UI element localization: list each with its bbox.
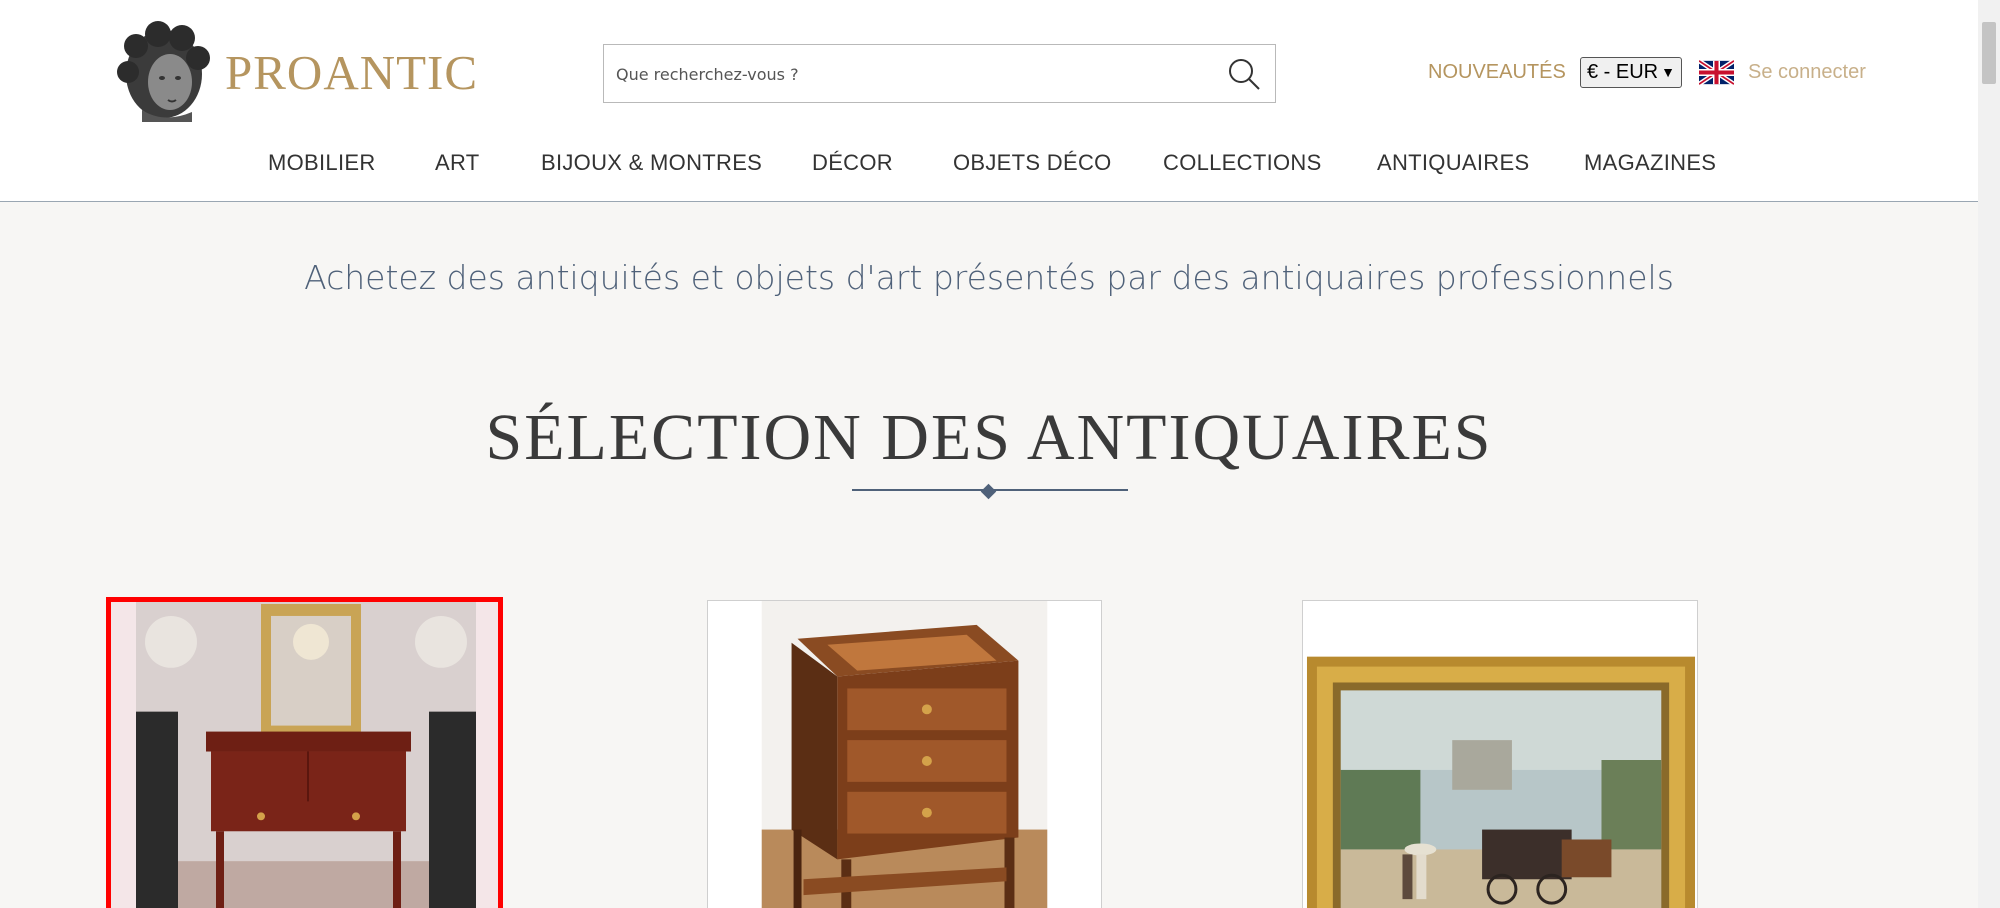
nav-item-antiquaires[interactable]: ANTIQUAIRES [1377,150,1529,176]
product-card-console[interactable] [106,597,503,908]
search-input[interactable] [616,61,1196,87]
product-card-side-table[interactable] [707,600,1102,908]
login-link[interactable]: Se connecter [1748,61,1866,84]
vertical-scrollbar[interactable] [1978,0,2000,908]
nav-item-mobilier[interactable]: MOBILIER [268,150,376,176]
uk-flag-icon[interactable] [1699,60,1734,85]
product-card-painting[interactable] [1302,600,1698,908]
title-divider-diamond [980,483,997,500]
nav-item-decor[interactable]: DÉCOR [812,150,893,176]
currency-value: € - EUR [1587,61,1659,83]
section-title: SÉLECTION DES ANTIQUAIRES [485,401,1493,474]
site-header: PROANTIC NOUVEAUTÉS € - EUR ▼ Se connect… [0,0,1978,202]
new-items-link[interactable]: NOUVEAUTÉS [1428,61,1566,84]
search-bar [603,44,1276,103]
nav-item-art[interactable]: ART [435,150,480,176]
nav-item-bijoux-montres[interactable]: BIJOUX & MONTRES [541,150,762,176]
product-image-side-table[interactable] [708,601,1101,908]
nav-item-collections[interactable]: COLLECTIONS [1163,150,1322,176]
brand-name[interactable]: PROANTIC [225,44,478,101]
chevron-down-icon: ▼ [1661,64,1675,80]
logo-bust-icon[interactable] [112,20,212,122]
product-image-console[interactable] [111,602,498,908]
search-icon[interactable] [1227,57,1261,91]
currency-select[interactable]: € - EUR ▼ [1580,57,1682,88]
scrollbar-thumb[interactable] [1982,22,1996,84]
tagline: Achetez des antiquités et objets d'art p… [304,258,1674,297]
product-image-painting[interactable] [1303,601,1697,908]
nav-item-magazines[interactable]: MAGAZINES [1584,150,1716,176]
nav-item-objets-deco[interactable]: OBJETS DÉCO [953,150,1112,176]
